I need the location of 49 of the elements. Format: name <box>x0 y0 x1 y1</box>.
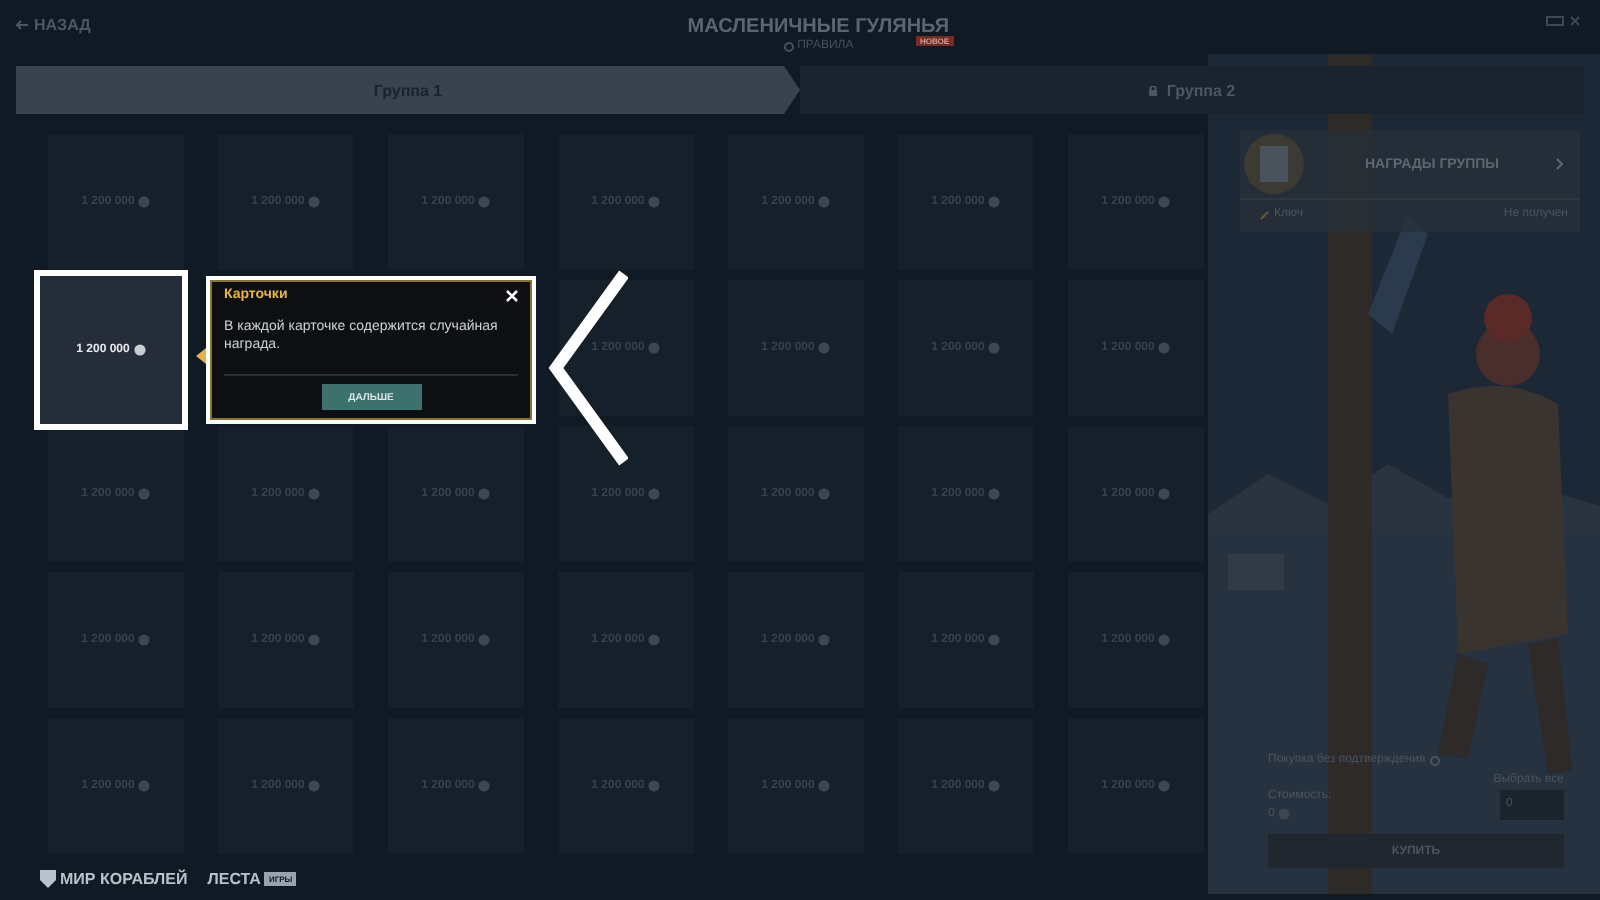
coin-icon <box>1158 196 1171 208</box>
coin-icon <box>138 780 151 792</box>
keyboard-icon[interactable] <box>1545 16 1564 26</box>
info-icon <box>1429 755 1440 765</box>
coin-icon <box>818 488 831 500</box>
coin-icon <box>648 488 661 500</box>
close-button[interactable] <box>506 289 518 301</box>
coin-icon <box>138 488 151 500</box>
coin-icon <box>818 634 831 646</box>
coin-icon <box>478 634 491 646</box>
coin-icon <box>478 780 491 792</box>
brand-logo: МИР КОРАБЛЕЙ <box>40 870 188 888</box>
coin-icon <box>988 342 1001 354</box>
coin-icon <box>308 196 321 208</box>
coin-icon <box>818 196 831 208</box>
coin-icon <box>1158 342 1171 354</box>
back-link[interactable]: НАЗАД <box>16 16 91 34</box>
coin-icon <box>988 780 1001 792</box>
coin-icon <box>818 342 831 354</box>
coin-icon <box>1158 488 1171 500</box>
page-title: МАСЛЕНИЧНЫЕ ГУЛЯНЬЯ <box>687 16 950 38</box>
coin-icon <box>648 780 661 792</box>
coin-icon <box>648 196 661 208</box>
arrow-left-icon <box>16 20 28 30</box>
coin-icon <box>308 634 321 646</box>
coin-icon <box>988 196 1001 208</box>
close-icon[interactable] <box>1569 16 1580 26</box>
lock-icon <box>1148 85 1159 95</box>
pointer-icon <box>196 348 206 364</box>
chevron-right-icon <box>1556 158 1564 170</box>
coin-icon <box>138 196 151 208</box>
coin-icon <box>818 780 831 792</box>
info-icon <box>783 41 794 51</box>
coin-icon <box>478 196 491 208</box>
coin-icon <box>138 634 151 646</box>
coin-icon <box>648 634 661 646</box>
coin-icon <box>1158 634 1171 646</box>
shield-icon <box>40 870 56 888</box>
coin-icon <box>478 488 491 500</box>
scroll-medal-icon <box>1240 130 1308 198</box>
coin-icon <box>988 488 1001 500</box>
chevron-icon <box>548 270 628 466</box>
close-icon <box>506 289 518 301</box>
coin-icon <box>308 780 321 792</box>
coin-icon <box>648 342 661 354</box>
coin-icon <box>133 344 146 356</box>
coin-icon <box>1158 780 1171 792</box>
coin-icon <box>988 634 1001 646</box>
coin-icon <box>308 488 321 500</box>
